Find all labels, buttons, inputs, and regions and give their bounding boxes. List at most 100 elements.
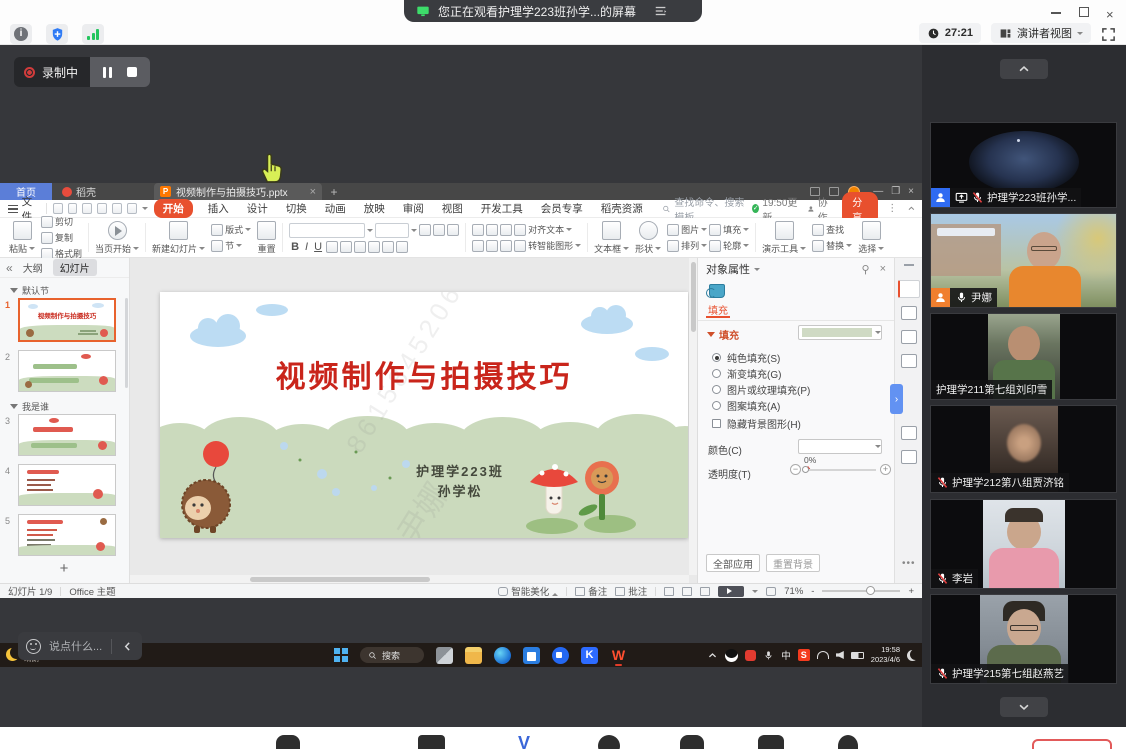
layout-button[interactable]: 版式 — [211, 223, 251, 236]
minimize-button[interactable] — [1050, 6, 1062, 18]
shrink-font-icon[interactable] — [433, 224, 445, 236]
shapes-button[interactable]: 形状 — [635, 221, 661, 255]
textbox-button[interactable]: 文本框 — [594, 221, 629, 255]
play-from-page-button[interactable]: 当页开始 — [95, 221, 139, 255]
menu-tab-slideshow[interactable]: 放映 — [364, 201, 385, 216]
shadow-icon[interactable] — [340, 241, 352, 253]
taskbar-search[interactable]: 搜索 — [360, 647, 424, 663]
pin-icon[interactable]: ⚲ — [862, 263, 870, 276]
new-tab-button[interactable]: + — [322, 183, 346, 200]
screen-watch-banner[interactable]: 您正在观看护理学223班孙学...的屏幕 — [404, 0, 702, 22]
scroll-up-button[interactable] — [1000, 59, 1048, 79]
normal-view-icon[interactable] — [664, 587, 674, 596]
menu-tab-animation[interactable]: 动画 — [325, 201, 346, 216]
participant-tile[interactable]: 李岩 — [930, 499, 1117, 589]
justify-icon[interactable] — [514, 240, 526, 252]
comments-button[interactable]: 批注 — [615, 584, 647, 598]
add-slide-button[interactable]: + — [0, 560, 128, 580]
outline-button[interactable]: 轮廓 — [709, 239, 749, 252]
cutoff-action-button[interactable] — [1032, 739, 1112, 749]
participant-tile[interactable]: 护理学223班孙学... — [930, 122, 1117, 208]
align-text-button[interactable]: 对齐文本 — [528, 223, 572, 236]
section-whoami[interactable]: 我是谁 — [10, 400, 49, 413]
edge-browser-icon[interactable] — [494, 647, 511, 664]
highlight-icon[interactable] — [396, 241, 408, 253]
section-default[interactable]: 默认节 — [10, 284, 49, 297]
paste-button[interactable]: 粘贴 — [9, 221, 35, 255]
participant-tile[interactable]: 护理学211第七组刘印雪 — [930, 313, 1117, 400]
fill-button[interactable]: 填充 — [709, 223, 749, 236]
to-smartart-button[interactable]: 转智能图形 — [528, 239, 581, 252]
align-center-icon[interactable] — [486, 240, 498, 252]
transparency-minus[interactable]: − — [790, 464, 801, 475]
stop-recording-button[interactable] — [127, 67, 137, 77]
save-icon[interactable] — [53, 203, 63, 214]
wps-app-icon[interactable]: W — [610, 647, 627, 664]
menu-tab-developer[interactable]: 开发工具 — [481, 201, 523, 216]
transparency-plus[interactable]: + — [880, 464, 891, 475]
slide-thumbnail-4[interactable] — [18, 464, 116, 506]
outline-tab[interactable]: 大纲 — [23, 260, 43, 275]
participant-tile[interactable]: 护理学215第七组赵燕艺 — [930, 594, 1117, 684]
reset-bg-button[interactable]: 重置背景 — [766, 554, 820, 572]
tray-app-icon[interactable] — [745, 650, 756, 661]
menu-tab-design[interactable]: 设计 — [247, 201, 268, 216]
arrange-button[interactable]: 排列 — [667, 239, 707, 252]
preview-icon[interactable] — [97, 203, 107, 214]
picture-button[interactable]: 图片 — [667, 223, 707, 236]
fullscreen-button[interactable] — [1101, 25, 1116, 42]
slide-thumbnail-5[interactable] — [18, 514, 116, 556]
radio-gradient-fill[interactable]: 渐变填充(G) — [712, 366, 781, 381]
effects-tool-icon[interactable] — [901, 306, 917, 320]
copy-button[interactable]: 复制 — [41, 231, 82, 244]
battery-icon[interactable] — [851, 652, 864, 659]
shield-icon[interactable] — [46, 24, 68, 44]
fit-window-icon[interactable] — [766, 587, 776, 596]
collapse-panel-button[interactable]: « — [6, 261, 13, 275]
microsoft-store-icon[interactable] — [523, 647, 540, 664]
fill-tab[interactable]: 填充 — [708, 302, 728, 317]
zoom-slider[interactable] — [822, 590, 900, 592]
apply-all-button[interactable]: 全部应用 — [706, 554, 760, 572]
close-panel-icon[interactable]: × — [880, 263, 886, 275]
view-mode-selector[interactable]: 演讲者视图 — [991, 23, 1091, 43]
section-button[interactable]: 节 — [211, 239, 251, 252]
underline-button[interactable]: U — [312, 241, 324, 253]
slide-editor[interactable]: 8615845206292 尹娜 视频制作与拍摄技巧 护理学223班 孙学松 — [160, 292, 688, 538]
menu-tab-review[interactable]: 审阅 — [403, 201, 424, 216]
strip-more-icon[interactable]: ••• — [902, 558, 916, 569]
tray-expand-icon[interactable] — [707, 650, 718, 661]
canvas-hscrollbar[interactable] — [130, 575, 689, 583]
participant-tile[interactable]: 护理学212第八组贾济铭 — [930, 405, 1117, 493]
focus-assist-icon[interactable] — [907, 650, 918, 661]
cut-button[interactable]: 剪切 — [41, 215, 82, 228]
align-left-icon[interactable] — [472, 240, 484, 252]
panel-scrollbar[interactable] — [125, 298, 128, 388]
more-menu-icon[interactable]: ⋮ — [887, 203, 898, 214]
task-view-icon[interactable] — [436, 647, 453, 664]
numbering-icon[interactable] — [486, 224, 498, 236]
zoom-in-button[interactable]: + — [908, 586, 914, 597]
chat-placeholder[interactable]: 说点什么... — [49, 638, 102, 654]
chat-input-bar[interactable]: 说点什么... — [18, 632, 142, 660]
superscript-icon[interactable] — [368, 241, 380, 253]
clock-widget[interactable]: 19:582023/4/6 — [871, 645, 900, 665]
collapse-chat-icon[interactable] — [121, 640, 134, 653]
notes-button[interactable]: 备注 — [575, 584, 607, 598]
checkbox-hide-bg[interactable]: 隐藏背景图形(H) — [712, 416, 801, 431]
grow-font-icon[interactable] — [419, 224, 431, 236]
smart-beautify-button[interactable]: 智能美化 — [498, 584, 558, 598]
wifi-icon[interactable] — [817, 651, 829, 659]
close-button[interactable]: × — [1106, 6, 1118, 18]
undo-icon[interactable] — [112, 203, 122, 214]
menu-tab-transition[interactable]: 切换 — [286, 201, 307, 216]
radio-picture-fill[interactable]: 图片或纹理填充(P) — [712, 382, 810, 397]
theme-tool-icon[interactable] — [901, 426, 917, 440]
slide-thumbnail-2[interactable] — [18, 350, 116, 392]
speaker-icon[interactable] — [836, 651, 844, 659]
zoom-out-button[interactable]: - — [811, 586, 814, 597]
color-dropdown[interactable] — [798, 439, 882, 454]
mic-tray-icon[interactable] — [763, 650, 774, 661]
select-button[interactable]: 选择 — [858, 221, 884, 255]
menu-tab-home[interactable]: 开始 — [154, 199, 193, 218]
